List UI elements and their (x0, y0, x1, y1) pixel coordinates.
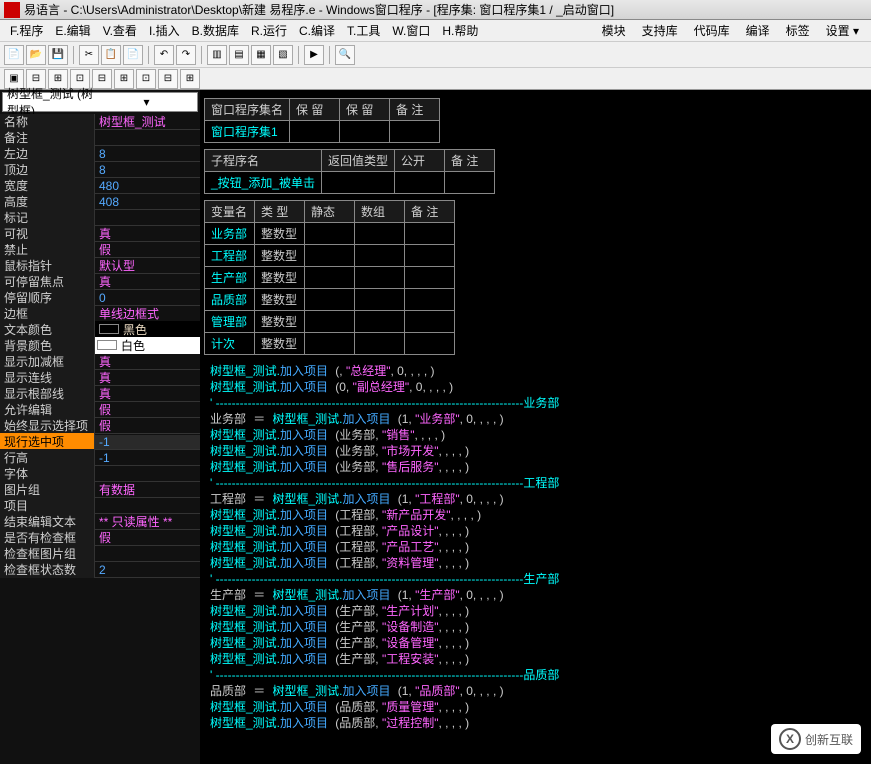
prop-row-显示连线[interactable]: 显示连线真 (0, 370, 200, 386)
new-button[interactable]: 📄 (4, 45, 24, 65)
menu-insert[interactable]: I.插入 (143, 22, 186, 39)
property-panel: 树型框_测试 (树型框) ▾ 名称树型框_测试备注左边8顶边8宽度480高度40… (0, 90, 200, 764)
cut-button[interactable]: ✂ (79, 45, 99, 65)
menu-compile2[interactable]: 编译 (738, 22, 778, 39)
toolbar-align: ▣ ⊟ ⊞ ⊡ ⊟ ⊞ ⊡ ⊟ ⊞ (0, 68, 871, 90)
prop-row-结束编辑文本[interactable]: 结束编辑文本** 只读属性 ** (0, 514, 200, 530)
prop-row-文本颜色[interactable]: 文本颜色黑色 (0, 322, 200, 338)
prop-row-是否有检查框[interactable]: 是否有检查框假 (0, 530, 200, 546)
layout-button-2[interactable]: ▤ (229, 45, 249, 65)
run-button[interactable]: ▶ (304, 45, 324, 65)
prop-row-检查框图片组[interactable]: 检查框图片组 (0, 546, 200, 562)
align-7[interactable]: ⊡ (136, 69, 156, 89)
prop-row-禁止[interactable]: 禁止假 (0, 242, 200, 258)
paste-button[interactable]: 📄 (123, 45, 143, 65)
align-8[interactable]: ⊟ (158, 69, 178, 89)
menubar: F.程序 E.编辑 V.查看 I.插入 B.数据库 R.运行 C.编译 T.工具… (0, 20, 871, 42)
chevron-down-icon: ▾ (100, 95, 193, 109)
prop-row-显示根部线[interactable]: 显示根部线真 (0, 386, 200, 402)
prop-row-备注[interactable]: 备注 (0, 130, 200, 146)
layout-button-1[interactable]: ▥ (207, 45, 227, 65)
prop-row-允许编辑[interactable]: 允许编辑假 (0, 402, 200, 418)
menu-tags[interactable]: 标签 (778, 22, 818, 39)
prop-row-显示加减框[interactable]: 显示加减框真 (0, 354, 200, 370)
prop-row-行高[interactable]: 行高-1 (0, 450, 200, 466)
align-9[interactable]: ⊞ (180, 69, 200, 89)
menu-program[interactable]: F.程序 (4, 22, 49, 39)
layout-button-4[interactable]: ▧ (273, 45, 293, 65)
copy-button[interactable]: 📋 (101, 45, 121, 65)
prop-row-名称[interactable]: 名称树型框_测试 (0, 114, 200, 130)
redo-button[interactable]: ↷ (176, 45, 196, 65)
undo-button[interactable]: ↶ (154, 45, 174, 65)
subroutine-table: 子程序名 返回值类型 公开 备 注 _按钮_添加_被单击 (204, 149, 495, 194)
prop-row-始终显示选择项[interactable]: 始终显示选择项假 (0, 418, 200, 434)
watermark: X 创新互联 (771, 724, 861, 754)
find-button[interactable]: 🔍 (335, 45, 355, 65)
menu-view[interactable]: V.查看 (97, 22, 143, 39)
titlebar: 易语言 - C:\Users\Administrator\Desktop\新建 … (0, 0, 871, 20)
menu-edit[interactable]: E.编辑 (49, 22, 96, 39)
prop-row-检查框状态数[interactable]: 检查框状态数2 (0, 562, 200, 578)
menu-tools[interactable]: T.工具 (341, 22, 386, 39)
prop-row-标记[interactable]: 标记 (0, 210, 200, 226)
property-grid[interactable]: 名称树型框_测试备注左边8顶边8宽度480高度408标记可视真禁止假鼠标指针默认… (0, 114, 200, 764)
prop-row-顶边[interactable]: 顶边8 (0, 162, 200, 178)
toolbar-main: 📄 📂 💾 ✂ 📋 📄 ↶ ↷ ▥ ▤ ▦ ▧ ▶ 🔍 (0, 42, 871, 68)
prop-row-停留顺序[interactable]: 停留顺序0 (0, 290, 200, 306)
menu-support-lib[interactable]: 支持库 (634, 22, 686, 39)
menu-module[interactable]: 模块 (594, 22, 634, 39)
prop-row-图片组[interactable]: 图片组有数据 (0, 482, 200, 498)
prop-row-宽度[interactable]: 宽度480 (0, 178, 200, 194)
menu-settings[interactable]: 设置 ▾ (818, 22, 867, 39)
menu-help[interactable]: H.帮助 (436, 22, 484, 39)
menu-window[interactable]: W.窗口 (386, 22, 436, 39)
prop-row-项目[interactable]: 项目 (0, 498, 200, 514)
code-lines[interactable]: 树型框_测试.加入项目 (, "总经理", 0, , , , )树型框_测试.加… (204, 363, 867, 731)
assembly-table: 窗口程序集名 保 留 保 留 备 注 窗口程序集1 (204, 98, 440, 143)
menu-database[interactable]: B.数据库 (186, 22, 245, 39)
layout-button-3[interactable]: ▦ (251, 45, 271, 65)
align-6[interactable]: ⊞ (114, 69, 134, 89)
prop-row-边框[interactable]: 边框单线边框式 (0, 306, 200, 322)
object-selector[interactable]: 树型框_测试 (树型框) ▾ (2, 92, 198, 112)
window-title: 易语言 - C:\Users\Administrator\Desktop\新建 … (24, 1, 867, 18)
prop-row-高度[interactable]: 高度408 (0, 194, 200, 210)
menu-run[interactable]: R.运行 (245, 22, 293, 39)
prop-row-背景颜色[interactable]: 背景颜色白色 (0, 338, 200, 354)
menu-compile[interactable]: C.编译 (293, 22, 341, 39)
prop-row-鼠标指针[interactable]: 鼠标指针默认型 (0, 258, 200, 274)
code-editor[interactable]: 窗口程序集名 保 留 保 留 备 注 窗口程序集1 子程序名 返回值类型 公开 … (200, 90, 871, 764)
prop-row-字体[interactable]: 字体 (0, 466, 200, 482)
prop-row-可视[interactable]: 可视真 (0, 226, 200, 242)
prop-row-左边[interactable]: 左边8 (0, 146, 200, 162)
variable-table: 变量名类 型静态数组备 注业务部整数型工程部整数型生产部整数型品质部整数型管理部… (204, 200, 455, 355)
save-button[interactable]: 💾 (48, 45, 68, 65)
menu-code-lib[interactable]: 代码库 (686, 22, 738, 39)
prop-row-可停留焦点[interactable]: 可停留焦点真 (0, 274, 200, 290)
app-icon (4, 2, 20, 18)
open-button[interactable]: 📂 (26, 45, 46, 65)
prop-row-现行选中项[interactable]: 现行选中项-1 (0, 434, 200, 450)
